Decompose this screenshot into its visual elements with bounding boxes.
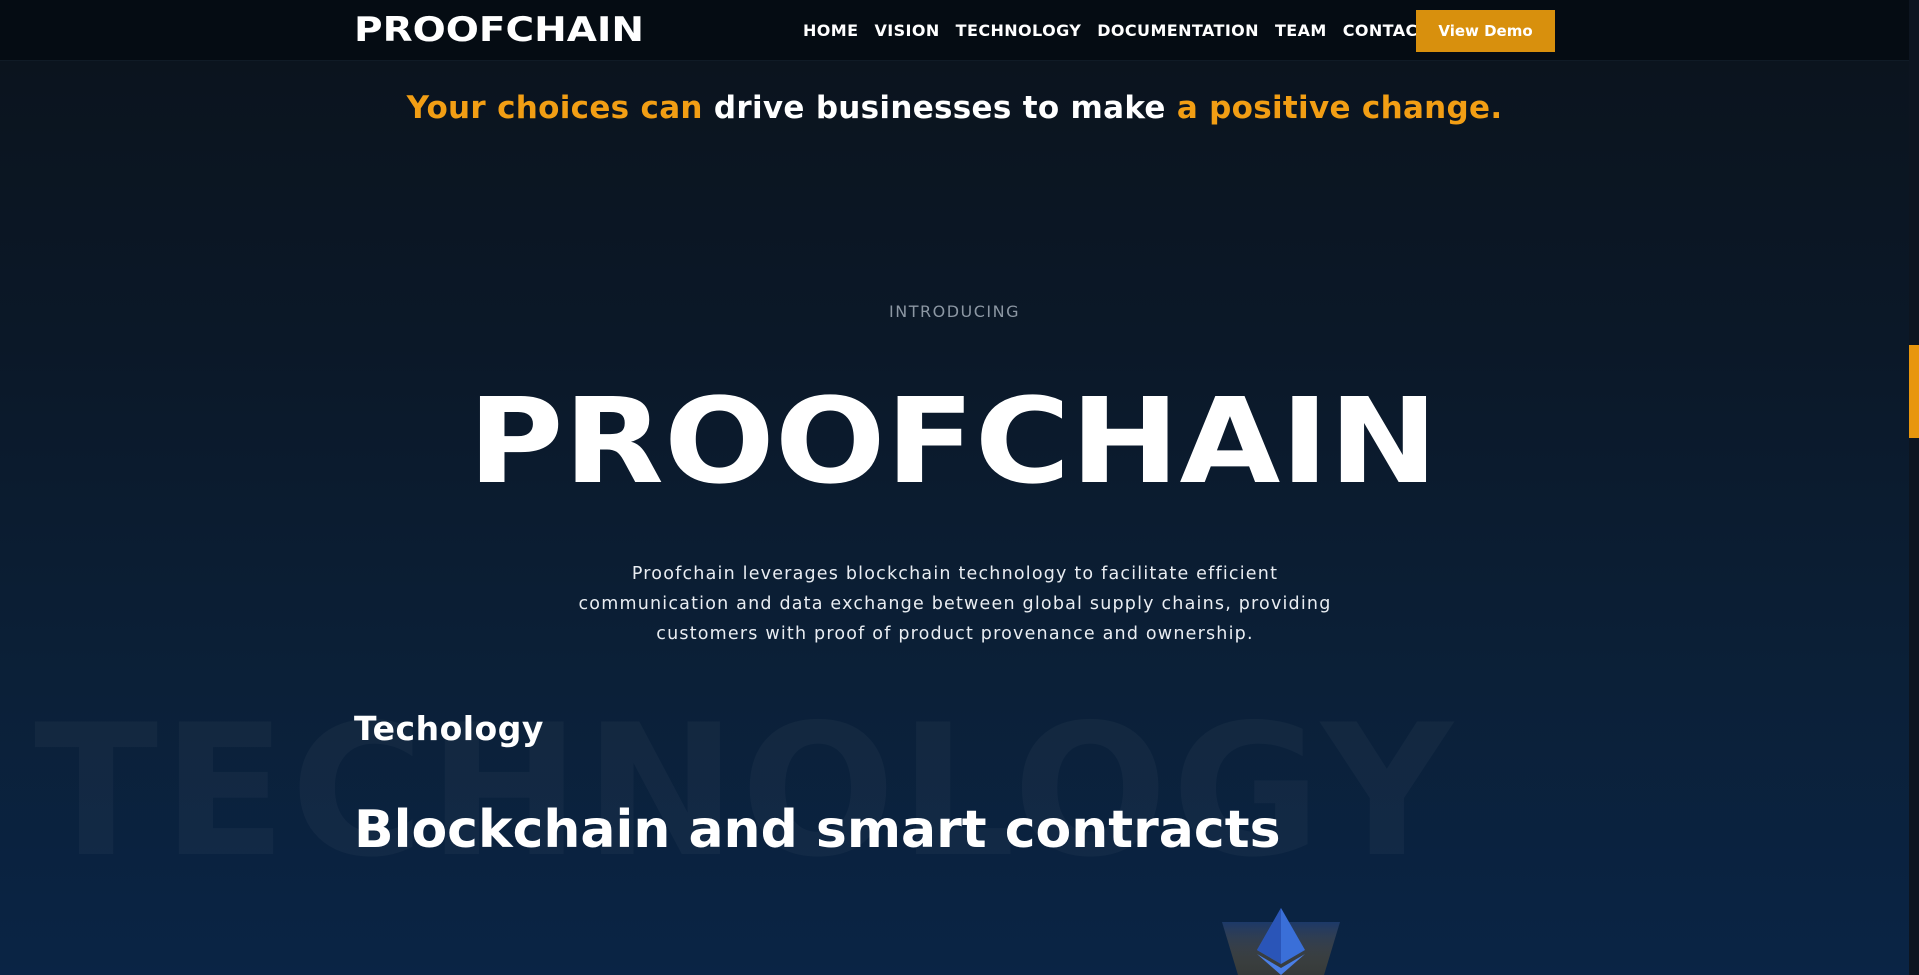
nav-vision[interactable]: VISION — [874, 21, 939, 40]
nav-team[interactable]: TEAM — [1275, 21, 1327, 40]
tagline-highlight-end: a positive change. — [1176, 90, 1503, 126]
nav-home[interactable]: HOME — [803, 21, 858, 40]
hero-logo-text: PROOFCHAIN — [468, 390, 1438, 490]
top-navbar: PROOFCHAIN HOME VISION TECHNOLOGY DOCUME… — [0, 0, 1909, 61]
introducing-label: INTRODUCING — [889, 302, 1020, 321]
view-demo-button[interactable]: View Demo — [1416, 10, 1555, 52]
section-heading: Blockchain and smart contracts — [354, 800, 1281, 860]
section-label: Techology — [354, 709, 544, 748]
ethereum-diamond-icon — [1222, 908, 1340, 975]
tagline-highlight-start: Your choices can — [406, 90, 703, 126]
nav-documentation[interactable]: DOCUMENTATION — [1097, 21, 1259, 40]
scrollbar-thumb[interactable] — [1909, 345, 1919, 438]
tagline: Your choices can drive businesses to mak… — [0, 90, 1909, 126]
tagline-middle: drive businesses to make — [713, 90, 1166, 126]
svg-text:PROOFCHAIN: PROOFCHAIN — [354, 13, 644, 45]
nav-technology[interactable]: TECHNOLOGY — [956, 21, 1082, 40]
hero-description: Proofchain leverages blockchain technolo… — [578, 564, 1332, 644]
proofchain-logo-icon: PROOFCHAIN — [354, 13, 644, 45]
main-nav: HOME VISION TECHNOLOGY DOCUMENTATION TEA… — [803, 20, 1445, 40]
scrollbar-track[interactable] — [1909, 0, 1919, 975]
brand-logo[interactable]: PROOFCHAIN — [354, 13, 646, 45]
hero-proofchain-logo: PROOFCHAIN — [468, 390, 1438, 490]
